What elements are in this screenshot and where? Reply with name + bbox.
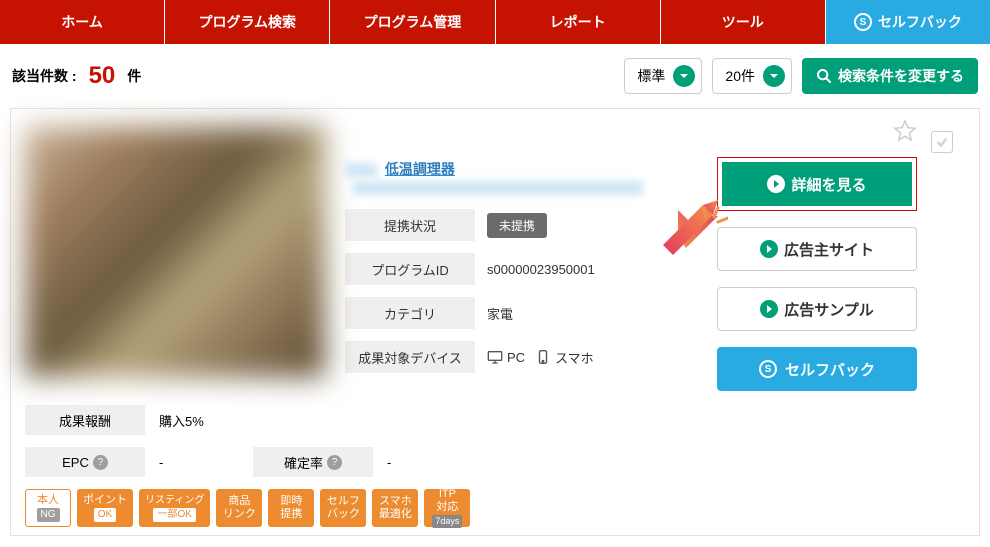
blurred-text bbox=[353, 181, 643, 195]
selfback-label: セルフバック bbox=[785, 359, 875, 380]
per-page-select[interactable]: 20件 bbox=[712, 58, 792, 94]
advertiser-site-label: 広告主サイト bbox=[784, 239, 874, 260]
reward-value: 購入5% bbox=[159, 411, 204, 430]
help-icon[interactable]: ? bbox=[93, 455, 108, 470]
program-card: 低温調理器 提携状況 未提携 プログラムID s00000023950001 カ… bbox=[10, 108, 980, 536]
help-icon[interactable]: ? bbox=[327, 455, 342, 470]
nav-report[interactable]: レポート bbox=[496, 0, 661, 44]
tag-listing-partial: リスティング一部OK bbox=[139, 489, 210, 527]
confirm-rate-value: - bbox=[387, 455, 467, 470]
mobile-icon bbox=[535, 350, 551, 364]
star-icon bbox=[893, 119, 917, 143]
partner-status-badge: 未提携 bbox=[487, 213, 547, 238]
program-thumbnail bbox=[25, 127, 325, 377]
tag-instant-partner: 即時提携 bbox=[268, 489, 314, 527]
tag-product-link: 商品リンク bbox=[216, 489, 262, 527]
program-actions: 詳細を見る 広告主サイト 広告サンプル S セルフバック bbox=[717, 127, 917, 391]
circle-arrow-icon bbox=[767, 175, 785, 193]
favorite-star-button[interactable] bbox=[893, 119, 917, 143]
check-icon bbox=[935, 135, 949, 149]
ad-sample-button[interactable]: 広告サンプル bbox=[717, 287, 917, 331]
circle-arrow-icon bbox=[760, 300, 778, 318]
nav-selfback[interactable]: S セルフバック bbox=[826, 0, 990, 44]
chevron-down-icon bbox=[763, 65, 785, 87]
confirm-rate-label: 確定率 ? bbox=[253, 447, 373, 477]
program-lower: 成果報酬 購入5% EPC ? - 確定率 ? - 本人NG bbox=[25, 405, 917, 527]
reward-label: 成果報酬 bbox=[25, 405, 145, 435]
blurred-text bbox=[345, 163, 377, 177]
program-id-label: プログラムID bbox=[345, 253, 475, 285]
circle-arrow-icon bbox=[760, 240, 778, 258]
tag-point-ok: ポイントOK bbox=[77, 489, 133, 527]
sort-select[interactable]: 標準 bbox=[624, 58, 702, 94]
ad-sample-label: 広告サンプル bbox=[784, 299, 874, 320]
view-detail-button[interactable]: 詳細を見る bbox=[722, 162, 912, 206]
nav-home[interactable]: ホーム bbox=[0, 0, 165, 44]
chevron-down-icon bbox=[673, 65, 695, 87]
selfback-icon: S bbox=[759, 360, 777, 378]
view-detail-label: 詳細を見る bbox=[791, 174, 866, 195]
nav-tool[interactable]: ツール bbox=[661, 0, 826, 44]
tag-sp-optimized: スマホ最適化 bbox=[372, 489, 418, 527]
nav-selfback-label: セルフバック bbox=[878, 12, 962, 32]
tag-itp: ITP対応7days bbox=[424, 489, 470, 527]
change-search-label: 検索条件を変更する bbox=[838, 66, 964, 86]
program-title-link[interactable]: 低温調理器 bbox=[385, 161, 455, 177]
desktop-icon bbox=[487, 350, 503, 364]
results-count: 50 bbox=[89, 62, 116, 90]
change-search-button[interactable]: 検索条件を変更する bbox=[802, 58, 978, 94]
partner-status-label: 提携状況 bbox=[345, 209, 475, 241]
search-icon bbox=[816, 68, 832, 84]
select-checkbox[interactable] bbox=[931, 131, 953, 153]
selfback-button[interactable]: S セルフバック bbox=[717, 347, 917, 391]
nav-program-manage[interactable]: プログラム管理 bbox=[330, 0, 495, 44]
nav-program-search[interactable]: プログラム検索 bbox=[165, 0, 330, 44]
program-info: 低温調理器 提携状況 未提携 プログラムID s00000023950001 カ… bbox=[345, 127, 697, 391]
category-label: カテゴリ bbox=[345, 297, 475, 329]
main-nav: ホーム プログラム検索 プログラム管理 レポート ツール S セルフバック bbox=[0, 0, 990, 44]
epc-value: - bbox=[159, 455, 239, 470]
device-pc: PC bbox=[507, 350, 525, 365]
results-label: 該当件数 : bbox=[12, 66, 77, 86]
device-label: 成果対象デバイス bbox=[345, 341, 475, 373]
results-unit: 件 bbox=[127, 66, 141, 86]
advertiser-site-button[interactable]: 広告主サイト bbox=[717, 227, 917, 271]
tag-self-ng: 本人NG bbox=[25, 489, 71, 527]
epc-label: EPC ? bbox=[25, 447, 145, 477]
category-value: 家電 bbox=[487, 304, 513, 323]
detail-highlight: 詳細を見る bbox=[717, 157, 917, 211]
device-smartphone: スマホ bbox=[555, 348, 594, 367]
per-page-value: 20件 bbox=[725, 66, 755, 86]
sort-select-value: 標準 bbox=[637, 66, 665, 86]
program-id-value: s00000023950001 bbox=[487, 262, 595, 277]
tag-selfback: セルフバック bbox=[320, 489, 366, 527]
program-tags: 本人NG ポイントOK リスティング一部OK 商品リンク 即時提携 セルフバック bbox=[25, 489, 917, 527]
selfback-icon: S bbox=[854, 13, 872, 31]
results-header: 該当件数 : 50 件 標準 20件 検索条件を変更する bbox=[0, 44, 990, 108]
